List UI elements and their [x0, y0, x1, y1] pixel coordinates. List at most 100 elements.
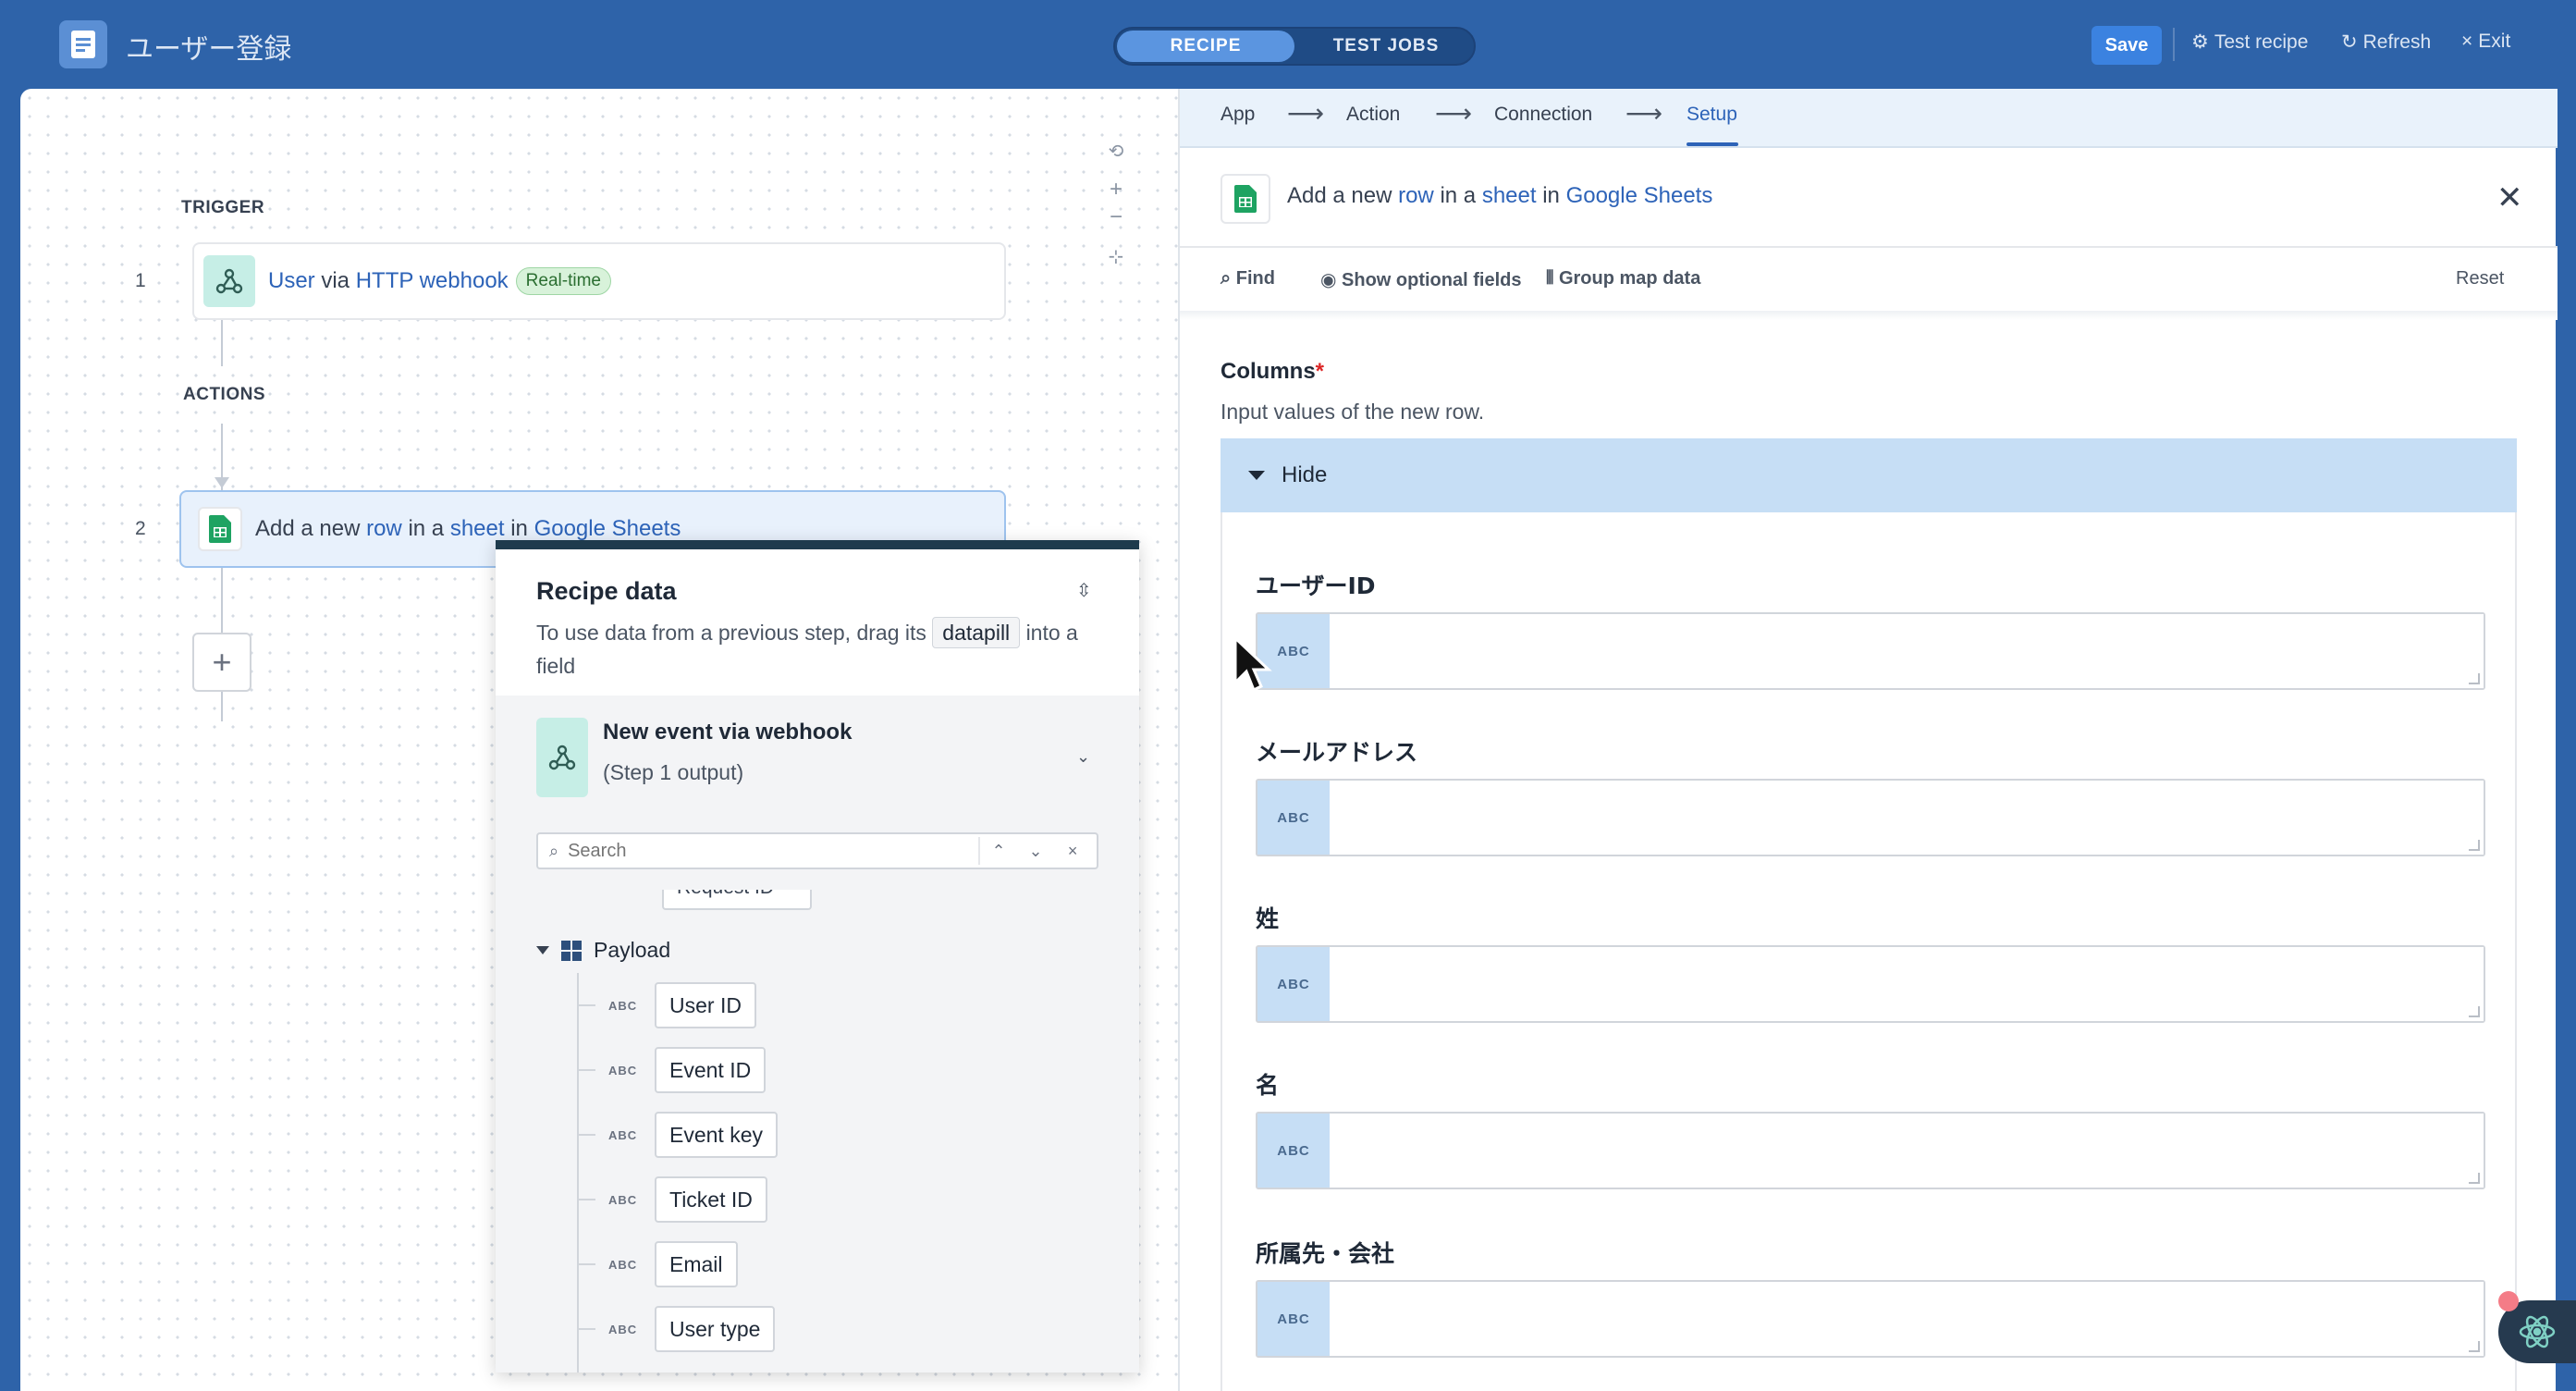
type-tag: ABC [1257, 781, 1330, 855]
datapill-ticket-id[interactable]: Ticket ID [655, 1176, 767, 1223]
type-tag: ABC [1257, 947, 1330, 1021]
user-id-input[interactable] [1330, 614, 2484, 688]
save-button[interactable]: Save [2091, 26, 2162, 65]
recipe-title[interactable]: ユーザー登録 [126, 26, 291, 67]
field-email: ABC [1256, 779, 2485, 856]
test-recipe-button[interactable]: ⚙ Test recipe [2191, 31, 2308, 54]
type-tag: ABC [608, 1257, 638, 1272]
top-bar: ユーザー登録 RECIPE TEST JOBS Save ⚙ Test recip… [0, 0, 2576, 89]
close-icon[interactable]: × [1054, 834, 1091, 868]
company-input[interactable] [1330, 1282, 2484, 1356]
fit-view-icon[interactable]: ⊹ [1102, 242, 1130, 270]
chevron-down-icon[interactable]: ⌄ [1076, 747, 1090, 767]
show-optional-fields-button[interactable]: ◉ Show optional fields [1320, 268, 1521, 291]
resize-handle[interactable] [2469, 1173, 2480, 1184]
field-label-email: メールアドレス [1256, 739, 1418, 766]
actions-section-label: ACTIONS [183, 385, 265, 404]
arrow-right-icon: ⟶ [1625, 99, 1663, 128]
zoom-in-icon[interactable]: + [1102, 176, 1130, 203]
datapill-email[interactable]: Email [655, 1241, 738, 1287]
mode-toggle: RECIPE TEST JOBS [1113, 27, 1476, 66]
webhook-icon [203, 255, 255, 307]
step-trigger-text: User via HTTP webhook Real-time [268, 267, 611, 295]
datapill-search: ⌕ ⌃ ⌄ × [536, 832, 1098, 869]
columns-help-text: Input values of the new row. [1221, 400, 1485, 424]
exit-button[interactable]: × Exit [2461, 31, 2510, 53]
resize-handle[interactable] [2469, 673, 2480, 684]
search-input[interactable] [568, 840, 975, 862]
first-name-input[interactable] [1330, 1114, 2484, 1188]
realtime-badge: Real-time [515, 267, 611, 295]
gear-icon: ⚙ [2191, 31, 2209, 53]
connector-arrow [215, 477, 229, 488]
field-last-name: ABC [1256, 945, 2485, 1023]
datapill-row: ABC Event ID [577, 1047, 767, 1093]
zoom-out-icon[interactable]: − [1102, 203, 1130, 231]
datapill-row: ABC User ID [577, 982, 756, 1028]
refresh-button[interactable]: ↻ Refresh [2341, 31, 2431, 54]
step-header-title: Add a new row in a sheet in Google Sheet… [1287, 183, 1713, 208]
type-tag: ABC [608, 1322, 638, 1336]
add-step-button[interactable]: + [192, 633, 251, 692]
type-tag: ABC [1257, 1282, 1330, 1356]
datapill-row: ABC Ticket ID [577, 1176, 767, 1223]
field-label-user-id: ユーザーID [1256, 572, 1376, 599]
datapill-user-id[interactable]: User ID [655, 982, 756, 1028]
email-input[interactable] [1330, 781, 2484, 855]
collapse-icon[interactable]: ⇳ [1076, 579, 1092, 602]
mouse-cursor-icon [1233, 636, 1272, 693]
datapill-event-key[interactable]: Event key [655, 1112, 778, 1158]
chevron-up-icon[interactable]: ⌃ [980, 834, 1017, 868]
find-button[interactable]: ⌕ Find [1221, 268, 1275, 289]
breadcrumb-app[interactable]: App [1221, 104, 1255, 126]
chevron-down-icon[interactable]: ⌄ [1017, 834, 1054, 868]
columns-icon: ⫴ [1546, 268, 1554, 289]
datapill-event-id[interactable]: Event ID [655, 1047, 767, 1093]
tab-test-jobs[interactable]: TEST JOBS [1298, 31, 1474, 62]
resize-handle[interactable] [2469, 1006, 2480, 1017]
document-icon [59, 20, 107, 68]
step-header: Add a new row in a sheet in Google Sheet… [1180, 148, 2558, 248]
google-sheets-icon [1221, 174, 1270, 224]
recipe-data-title: Recipe data [536, 577, 677, 605]
grid-icon [561, 940, 582, 961]
arrow-right-icon: ⟶ [1287, 99, 1325, 128]
step-trigger-card[interactable]: User via HTTP webhook Real-time [192, 242, 1006, 320]
payload-group[interactable]: Payload [536, 938, 670, 963]
type-tag: ABC [608, 1127, 638, 1142]
eye-icon: ◉ [1320, 270, 1337, 290]
active-tab-indicator [1687, 142, 1738, 146]
refresh-icon: ↻ [2341, 31, 2358, 53]
hide-columns-toggle[interactable]: Hide [1221, 438, 2517, 512]
breadcrumb-setup[interactable]: Setup [1687, 104, 1737, 126]
type-tag: ABC [608, 998, 638, 1013]
canvas-controls: ⟲ + − ⊹ [1102, 137, 1130, 270]
toolbar-shadow [1180, 311, 2558, 320]
source-step-title[interactable]: New event via webhook [603, 720, 852, 745]
search-icon: ⌕ [1221, 268, 1232, 289]
breadcrumb: App ⟶ Action ⟶ Connection ⟶ Setup [1180, 89, 2558, 148]
resize-handle[interactable] [2469, 840, 2480, 851]
tab-recipe[interactable]: RECIPE [1117, 31, 1294, 62]
resize-handle[interactable] [2469, 1341, 2480, 1352]
reset-view-icon[interactable]: ⟲ [1102, 137, 1130, 165]
arrow-right-icon: ⟶ [1435, 99, 1473, 128]
source-step-subtitle: (Step 1 output) [603, 760, 744, 784]
recipe-data-description: To use data from a previous step, drag i… [536, 616, 1110, 683]
breadcrumb-action[interactable]: Action [1346, 104, 1400, 126]
breadcrumb-connection[interactable]: Connection [1494, 104, 1592, 126]
close-panel-icon[interactable]: ✕ [2496, 179, 2523, 216]
columns-label: Columns* [1221, 359, 1325, 384]
type-tag: ABC [608, 1192, 638, 1207]
reset-button[interactable]: Reset [2456, 268, 2504, 289]
group-map-data-button[interactable]: ⫴ Group map data [1546, 268, 1700, 289]
field-company: ABC [1256, 1280, 2485, 1358]
google-sheets-icon [198, 507, 242, 551]
trigger-section-label: TRIGGER [181, 198, 265, 217]
datapill-row: ABC User type [577, 1306, 776, 1352]
datapill-user-type[interactable]: User type [655, 1306, 776, 1352]
datapill-partial[interactable]: Request ID [662, 890, 812, 910]
recipe-data-body: New event via webhook (Step 1 output) ⌄ … [496, 696, 1139, 1373]
caret-down-icon [536, 946, 549, 954]
last-name-input[interactable] [1330, 947, 2484, 1021]
